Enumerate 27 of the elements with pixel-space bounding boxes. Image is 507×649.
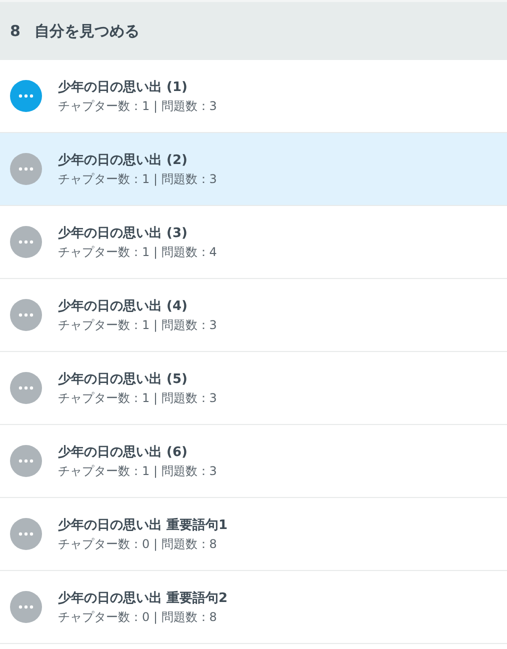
- lesson-title: 少年の日の思い出 (3): [58, 224, 188, 242]
- lesson-title: 少年の日の思い出 (4): [58, 298, 188, 314]
- more-icon[interactable]: [10, 445, 42, 477]
- lesson-title: 少年の日の思い出 (6): [58, 444, 188, 460]
- more-icon[interactable]: [10, 591, 42, 623]
- lesson-title: 少年の日の思い出 (2): [58, 152, 188, 168]
- lesson-meta: チャプター数：1 | 問題数：3: [58, 316, 217, 334]
- lesson-meta: チャプター数：1 | 問題数：3: [58, 390, 217, 406]
- lesson-meta: チャプター数：0 | 問題数：8: [58, 536, 218, 552]
- more-icon[interactable]: [10, 299, 42, 331]
- lesson-meta: チャプター数：1 | 問題数：4: [58, 244, 217, 260]
- lesson-title: 少年の日の思い出 (1): [58, 78, 188, 96]
- lesson-title: 少年の日の思い出 (5): [58, 370, 188, 388]
- lesson-meta: チャプター数：1 | 問題数：3: [58, 170, 217, 188]
- lesson-meta: チャプター数：1 | 問題数：3: [58, 462, 217, 480]
- lesson-item[interactable]: 少年の日の思い出 (2) チャプター数：1 | 問題数：3: [0, 133, 507, 206]
- lesson-meta: チャプター数：1 | 問題数：3: [58, 98, 217, 114]
- lesson-title: 少年の日の思い出 重要語句2: [58, 590, 228, 606]
- section-number: 8: [10, 22, 20, 40]
- more-icon[interactable]: [10, 372, 42, 404]
- lesson-title: 少年の日の思い出 重要語句1: [58, 516, 228, 534]
- more-icon[interactable]: [10, 153, 42, 185]
- more-icon[interactable]: [10, 80, 42, 112]
- section-title: 自分を見つめる: [34, 22, 140, 40]
- more-icon[interactable]: [10, 226, 42, 258]
- lesson-meta: チャプター数：0 | 問題数：8: [58, 608, 218, 626]
- more-icon[interactable]: [10, 518, 42, 550]
